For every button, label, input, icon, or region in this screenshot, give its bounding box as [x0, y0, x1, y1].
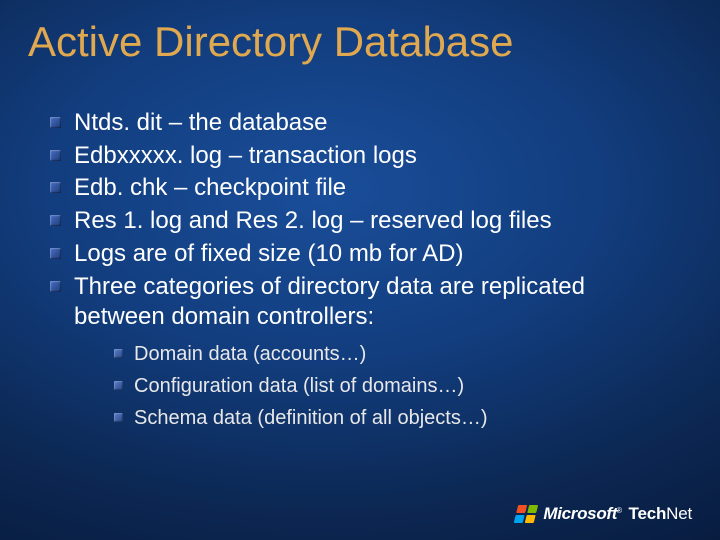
sub-bullet-list: Domain data (accounts…) Configuration da… — [74, 339, 680, 433]
list-item: Edb. chk – checkpoint file — [48, 173, 680, 204]
microsoft-flag-icon — [514, 505, 538, 523]
list-item-label: Three categories of directory data are r… — [74, 273, 585, 331]
brand-name: Microsoft — [543, 504, 617, 523]
slide: Active Directory Database Ntds. dit – th… — [0, 0, 720, 540]
list-item: Schema data (definition of all objects…) — [112, 403, 680, 433]
list-item: Res 1. log and Res 2. log – reserved log… — [48, 206, 680, 237]
footer-brand-text: Microsoft® TechNet — [543, 504, 692, 524]
registered-mark: ® — [616, 506, 622, 515]
list-item: Domain data (accounts…) — [112, 339, 680, 369]
list-item: Three categories of directory data are r… — [48, 272, 680, 433]
list-item: Edbxxxxx. log – transaction logs — [48, 141, 680, 172]
list-item: Ntds. dit – the database — [48, 108, 680, 139]
product-name: TechNet — [629, 504, 692, 523]
list-item: Configuration data (list of domains…) — [112, 371, 680, 401]
slide-content: Ntds. dit – the database Edbxxxxx. log –… — [48, 108, 680, 435]
bullet-list: Ntds. dit – the database Edbxxxxx. log –… — [48, 108, 680, 433]
list-item: Logs are of fixed size (10 mb for AD) — [48, 239, 680, 270]
footer-logo: Microsoft® TechNet — [516, 504, 692, 524]
slide-title: Active Directory Database — [28, 18, 514, 66]
